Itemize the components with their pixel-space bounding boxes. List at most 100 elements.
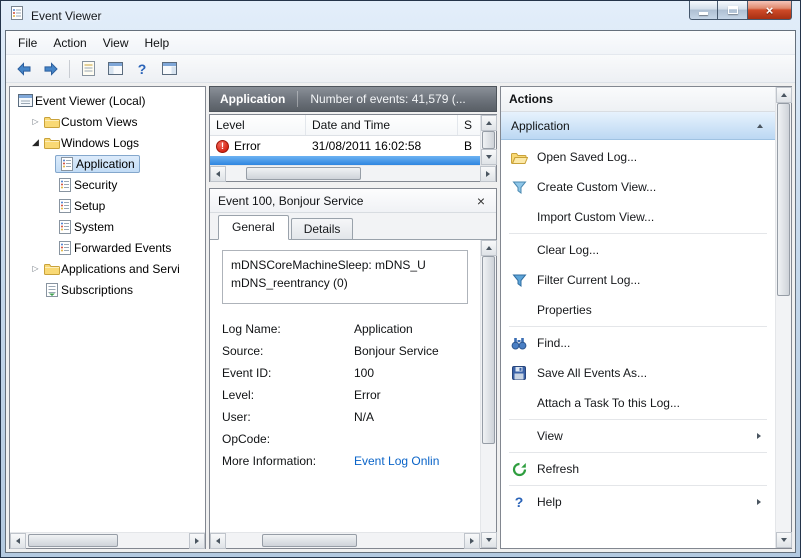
show-action-pane-button[interactable] (157, 58, 181, 80)
console-tree-panel: Event Viewer (Local) ▷ Custom Views ◢ Wi… (9, 86, 206, 549)
show-console-tree-button[interactable] (103, 58, 127, 80)
preview-horizontal-scrollbar[interactable] (210, 532, 480, 549)
chevron-expanded-icon[interactable]: ◢ (29, 137, 42, 148)
event-source: B (464, 139, 473, 153)
scroll-thumb[interactable] (28, 534, 118, 547)
back-button[interactable] (12, 58, 36, 80)
events-vertical-scrollbar[interactable] (480, 115, 497, 165)
scroll-up-button[interactable] (481, 240, 497, 256)
menu-file[interactable]: File (10, 33, 45, 53)
event-log-online-help-link[interactable]: Event Log Onlin (354, 450, 439, 472)
tab-general[interactable]: General (218, 215, 289, 240)
field-value: N/A (354, 410, 375, 424)
scroll-left-button[interactable] (210, 533, 226, 549)
close-icon: × (765, 2, 774, 18)
action-properties[interactable]: Properties (501, 295, 775, 325)
action-create-custom-view[interactable]: Create Custom View... (501, 172, 775, 202)
event-log-icon (57, 156, 76, 171)
actions-vertical-scrollbar[interactable] (775, 87, 792, 548)
event-row[interactable]: ! Error 31/08/2011 16:02:58 B (210, 136, 480, 156)
scroll-track[interactable] (776, 103, 791, 532)
scroll-up-button[interactable] (481, 115, 497, 131)
field-event-id: Event ID: 100 (222, 362, 468, 384)
scroll-thumb[interactable] (246, 167, 361, 180)
action-open-saved-log[interactable]: Open Saved Log... (501, 142, 775, 172)
scroll-thumb[interactable] (482, 256, 495, 444)
menu-action[interactable]: Action (45, 33, 94, 53)
event-datetime: 31/08/2011 16:02:58 (312, 139, 422, 153)
action-filter-current-log[interactable]: Filter Current Log... (501, 265, 775, 295)
tree-horizontal-scrollbar[interactable] (10, 532, 205, 549)
event-description-box[interactable]: mDNSCoreMachineSleep: mDNS_U mDNS_reentr… (222, 250, 468, 304)
field-value: 100 (354, 366, 375, 380)
action-find[interactable]: Find... (501, 328, 775, 358)
close-button[interactable]: × (747, 1, 792, 20)
tree-item-security[interactable]: Security (10, 174, 205, 195)
tree-item-setup[interactable]: Setup (10, 195, 205, 216)
maximize-button[interactable] (718, 1, 747, 20)
tree-item-system[interactable]: System (10, 216, 205, 237)
action-import-custom-view[interactable]: Import Custom View... (501, 202, 775, 232)
minimize-button[interactable] (689, 1, 718, 20)
tree-item-event-viewer-local[interactable]: Event Viewer (Local) (10, 90, 205, 111)
scroll-thumb[interactable] (482, 131, 495, 149)
tree-item-subscriptions[interactable]: Subscriptions (10, 279, 205, 300)
scroll-down-button[interactable] (481, 532, 497, 548)
action-refresh[interactable]: Refresh (501, 454, 775, 484)
tree-item-forwarded-events[interactable]: Forwarded Events (10, 237, 205, 258)
collapse-section-icon[interactable] (757, 123, 763, 128)
scroll-thumb[interactable] (777, 103, 790, 297)
action-help[interactable]: ? Help (501, 487, 775, 517)
scroll-left-button[interactable] (210, 166, 226, 182)
scroll-track[interactable] (481, 256, 496, 532)
blank-icon (509, 240, 529, 260)
titlebar[interactable]: Event Viewer × (1, 1, 800, 30)
chevron-collapsed-icon[interactable]: ▷ (29, 264, 42, 273)
toolbar-separator (69, 59, 70, 78)
close-preview-icon[interactable]: × (474, 194, 488, 208)
column-header-date-and-time[interactable]: Date and Time (306, 115, 458, 135)
chevron-collapsed-icon[interactable]: ▷ (29, 117, 42, 126)
action-view[interactable]: View (501, 421, 775, 451)
filter-icon (509, 270, 529, 290)
action-save-all-events-as[interactable]: Save All Events As... (501, 358, 775, 388)
column-header-level[interactable]: Level (210, 115, 306, 135)
forward-button[interactable] (39, 58, 63, 80)
menu-view[interactable]: View (95, 33, 137, 53)
export-list-button[interactable] (76, 58, 100, 80)
scroll-down-button[interactable] (481, 149, 497, 165)
actions-section-application[interactable]: Application (501, 112, 775, 140)
scroll-right-button[interactable] (464, 533, 480, 549)
column-header-source[interactable]: S (458, 115, 480, 135)
scroll-right-button[interactable] (189, 533, 205, 549)
selected-tree-item[interactable]: Application (55, 154, 140, 173)
subscriptions-icon (42, 282, 61, 297)
help-button[interactable]: ? (130, 58, 154, 80)
tree-item-custom-views[interactable]: ▷ Custom Views (10, 111, 205, 132)
scroll-right-button[interactable] (480, 166, 496, 182)
tree-item-application[interactable]: Application (10, 153, 205, 174)
tree-item-windows-logs[interactable]: ◢ Windows Logs (10, 132, 205, 153)
scroll-track[interactable] (226, 166, 480, 181)
scroll-track[interactable] (481, 131, 496, 149)
tab-details[interactable]: Details (290, 218, 354, 239)
action-label: Clear Log... (537, 243, 600, 257)
preview-vertical-scrollbar[interactable] (480, 240, 497, 548)
actions-list: Open Saved Log... Create Custom View... … (501, 140, 775, 548)
action-clear-log[interactable]: Clear Log... (501, 235, 775, 265)
scroll-thumb[interactable] (261, 534, 357, 547)
action-attach-task[interactable]: Attach a Task To this Log... (501, 388, 775, 418)
events-horizontal-scrollbar[interactable] (210, 165, 496, 182)
scroll-down-button[interactable] (776, 532, 792, 548)
scroll-up-button[interactable] (776, 87, 792, 103)
tree-item-label: Application (76, 156, 135, 171)
scroll-track[interactable] (226, 533, 464, 548)
action-label: Attach a Task To this Log... (537, 396, 680, 410)
menu-help[interactable]: Help (137, 33, 178, 53)
field-more-information: More Information: Event Log Onlin (222, 450, 468, 472)
scroll-left-button[interactable] (10, 533, 26, 549)
selected-event-row[interactable] (210, 156, 480, 165)
tree-item-applications-and-services[interactable]: ▷ Applications and Servi (10, 258, 205, 279)
action-label: Open Saved Log... (537, 150, 638, 164)
scroll-track[interactable] (26, 533, 189, 548)
